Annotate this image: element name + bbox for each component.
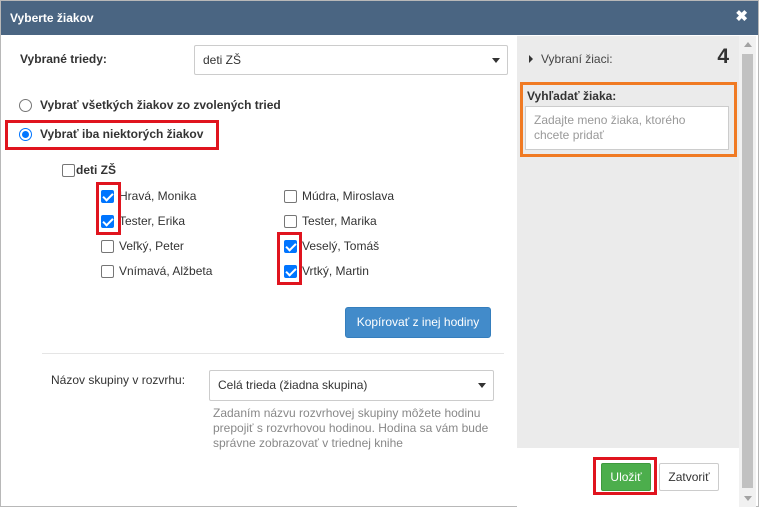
classes-select[interactable]: deti ZŠ [194,45,508,75]
highlight-radio-some [5,120,219,150]
group-label: deti ZŠ [76,163,117,177]
student-row[interactable]: Vnímavá, Alžbeta [101,264,212,278]
caret-right-icon [529,55,533,63]
scrollbar-thumb[interactable] [742,54,753,488]
radio-select-all[interactable]: Vybrať všetkých žiakov zo zvolených trie… [19,98,281,112]
student-name: Veselý, Tomáš [302,239,380,253]
schedule-group-help: Zadaním názvu rozvrhovej skupiny môžete … [213,406,489,450]
scroll-down-icon[interactable] [744,496,752,501]
selected-students-count: 4 [717,45,729,68]
group-checkbox-row[interactable]: deti ZŠ [62,163,116,177]
close-button[interactable]: Zatvoriť [659,463,719,491]
student-name: Múdra, Miroslava [302,189,395,203]
selected-students-label: Vybraní žiaci: [541,52,613,66]
classes-select-value: deti ZŠ [203,53,242,67]
chevron-down-icon [492,58,500,63]
student-name: Vnímavá, Alžbeta [119,264,213,278]
selected-students-toggle[interactable]: Vybraní žiaci: [529,52,613,66]
dialog-titlebar: Vyberte žiakov ✖ [1,1,758,35]
student-picker-dialog: Vyberte žiakov ✖ Vybrané triedy: deti ZŠ… [0,0,759,507]
student-name: Vrtký, Martin [302,264,369,278]
student-checkbox[interactable] [101,264,114,278]
student-name: Tester, Erika [119,214,186,228]
student-checkbox[interactable] [101,239,114,253]
schedule-group-value: Celá trieda (žiadna skupina) [218,378,368,392]
student-name: Hravá, Monika [119,189,197,203]
schedule-group-select[interactable]: Celá trieda (žiadna skupina) [209,370,494,401]
scroll-up-icon[interactable] [744,42,752,47]
schedule-group-label: Názov skupiny v rozvrhu: [51,373,186,387]
copy-from-lesson-button[interactable]: Kopírovať z inej hodiny [345,307,491,338]
highlight-left-checked [96,182,121,235]
highlight-right-checked [277,232,302,285]
dialog-title: Vyberte žiakov [10,11,94,25]
close-icon[interactable]: ✖ [735,9,748,25]
student-row[interactable]: Veľký, Peter [101,239,184,253]
radio-all-label: Vybrať všetkých žiakov zo zvolených trie… [40,98,281,112]
search-student-input[interactable] [525,106,729,150]
scrollbar[interactable] [739,36,756,507]
student-name: Veľký, Peter [119,239,184,253]
student-row[interactable]: Tester, Marika [284,214,377,228]
radio-all-input[interactable] [19,98,32,112]
divider [42,353,504,354]
group-checkbox[interactable] [62,163,75,177]
selected-classes-label: Vybrané triedy: [20,52,107,66]
save-button[interactable]: Uložiť [601,463,651,491]
search-student-label: Vyhľadať žiaka: [527,89,617,103]
student-name: Tester, Marika [302,214,377,228]
student-row[interactable]: Múdra, Miroslava [284,189,394,203]
student-checkbox[interactable] [284,189,297,203]
student-checkbox[interactable] [284,214,297,228]
chevron-down-icon [478,383,486,388]
